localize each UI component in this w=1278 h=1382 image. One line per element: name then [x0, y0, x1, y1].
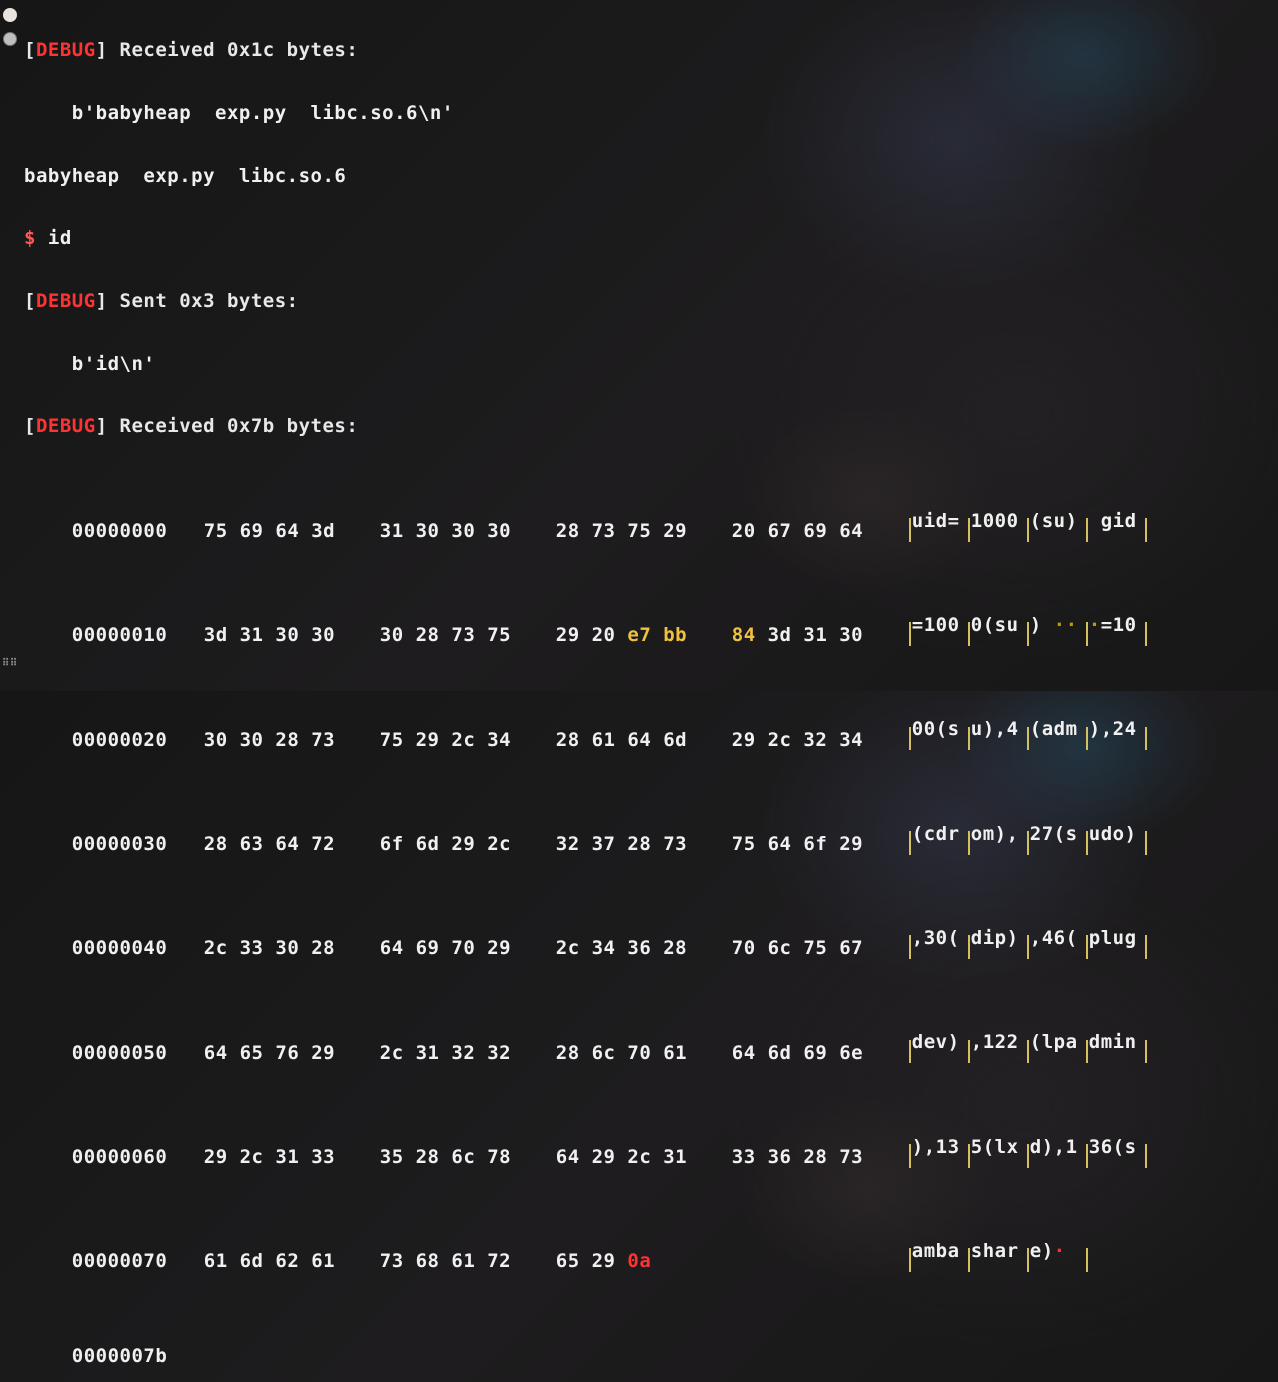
raw-bytes-ls: b'babyheap exp.py libc.so.6\n' — [24, 98, 1272, 129]
dock-panel: ⠿⠿ — [0, 0, 20, 691]
hexdump-row: 000000402c 33 30 2864 69 70 292c 34 36 2… — [24, 923, 1272, 965]
hexdump-row: 0000000075 69 64 3d31 30 30 3028 73 75 2… — [24, 506, 1272, 548]
hexdump-row: 0000007061 6d 62 6173 68 61 7265 29 0aam… — [24, 1236, 1272, 1278]
launcher-icon-grey[interactable] — [3, 32, 17, 46]
hexdump-tail-offset: 0000007b — [24, 1341, 1272, 1372]
hexdump-row: 0000006029 2c 31 3335 28 6c 7864 29 2c 3… — [24, 1132, 1272, 1174]
debug-line-received-1c: [DEBUG] Received 0x1c bytes: — [24, 35, 1272, 66]
launcher-icon-light[interactable] — [3, 8, 17, 22]
hexdump-row: 0000005064 65 76 292c 31 32 3228 6c 70 6… — [24, 1027, 1272, 1069]
hexdump-row: 000000103d 31 30 3030 28 73 7529 20 e7 b… — [24, 610, 1272, 652]
ls-output: babyheap exp.py libc.so.6 — [24, 161, 1272, 192]
hexdump-row: 0000003028 63 64 726f 6d 29 2c32 37 28 7… — [24, 819, 1272, 861]
dock-app-grid-icon[interactable]: ⠿⠿ — [2, 661, 18, 667]
debug-line-received-7b: [DEBUG] Received 0x7b bytes: — [24, 411, 1272, 442]
hexdump-separator-icon — [909, 518, 911, 542]
raw-bytes-id: b'id\n' — [24, 349, 1272, 380]
prompt-id-cmd: $ id — [24, 223, 1272, 254]
hexdump-row: 0000002030 30 28 7375 29 2c 3428 61 64 6… — [24, 714, 1272, 756]
debug-line-sent-3: [DEBUG] Sent 0x3 bytes: — [24, 286, 1272, 317]
terminal-output[interactable]: [DEBUG] Received 0x1c bytes: b'babyheap … — [24, 4, 1272, 1382]
